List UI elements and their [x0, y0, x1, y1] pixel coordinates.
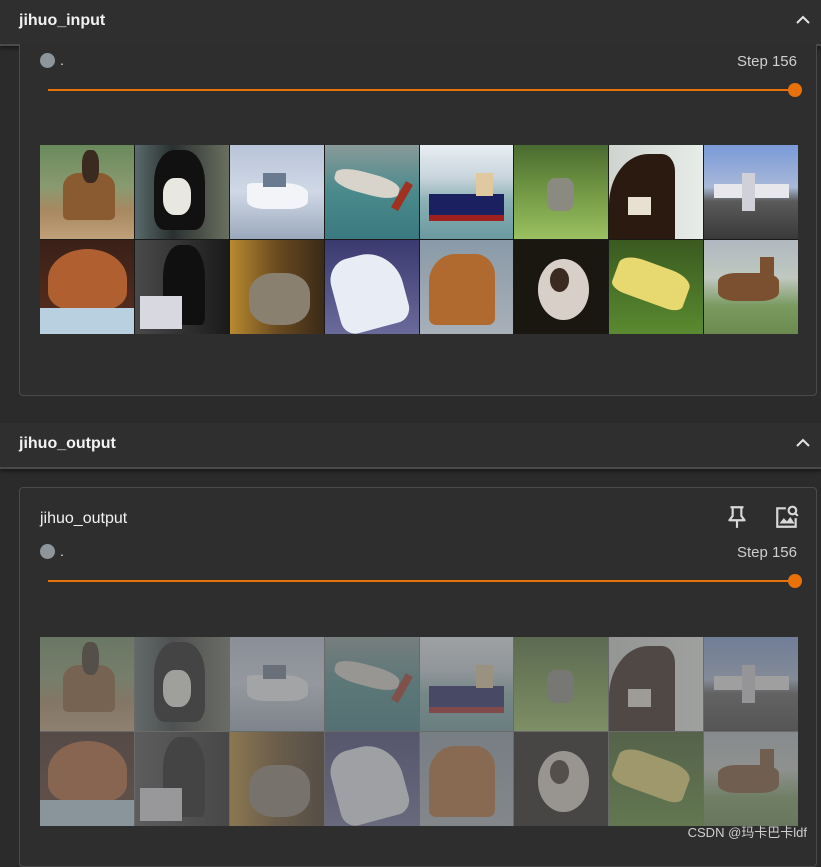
image-tile: [40, 637, 134, 731]
step-slider[interactable]: [48, 574, 802, 588]
step-slider[interactable]: [48, 83, 802, 97]
image-tile: [40, 145, 134, 239]
chevron-up-icon[interactable]: [795, 435, 811, 451]
image-grid[interactable]: [40, 145, 798, 334]
image-tile: [324, 637, 419, 731]
image-tile: [324, 732, 419, 826]
image-tile: [514, 637, 609, 731]
slider-thumb[interactable]: [788, 83, 802, 97]
image-tile: [229, 637, 324, 731]
image-tile: [419, 145, 514, 239]
chevron-up-icon[interactable]: [795, 12, 811, 28]
slider-thumb[interactable]: [788, 574, 802, 588]
section-title: jihuo_input: [19, 12, 106, 29]
image-tile: [704, 145, 798, 239]
image-tile: [229, 145, 324, 239]
image-tile: [419, 732, 514, 826]
step-label: Step 156: [736, 53, 797, 70]
run-color-dot: [40, 53, 55, 68]
image-grid[interactable]: [40, 637, 798, 826]
image-card-jihuo-output: jihuo_output . Step 156: [19, 487, 817, 867]
section-header-jihuo-input[interactable]: jihuo_input: [0, 0, 821, 46]
watermark: CSDN @玛卡巴卡ldf: [687, 825, 807, 840]
image-search-icon[interactable]: [774, 504, 800, 530]
image-tile: [324, 240, 419, 334]
pin-icon[interactable]: [724, 504, 750, 530]
image-tile: [704, 240, 798, 334]
section-header-jihuo-output[interactable]: jihuo_output: [0, 423, 821, 469]
image-tile: [134, 732, 229, 826]
image-tile: [229, 732, 324, 826]
run-name: .: [60, 52, 64, 68]
image-tile: [40, 240, 134, 334]
run-name: .: [60, 543, 64, 559]
image-tile: [704, 732, 798, 826]
image-card-jihuo-input: . Step 156: [19, 44, 817, 396]
image-tile: [134, 637, 229, 731]
image-tile: [229, 240, 324, 334]
card-title: jihuo_output: [40, 510, 128, 527]
image-tile: [40, 732, 134, 826]
run-color-dot: [40, 544, 55, 559]
image-tile: [514, 732, 609, 826]
image-tile: [419, 637, 514, 731]
image-tile: [514, 240, 609, 334]
section-title: jihuo_output: [19, 435, 116, 452]
image-tile: [609, 732, 704, 826]
step-label: Step 156: [736, 544, 797, 561]
image-tile: [609, 240, 704, 334]
image-tile: [134, 145, 229, 239]
image-tile: [609, 145, 704, 239]
slider-track: [48, 580, 796, 582]
slider-track: [48, 89, 796, 91]
image-tile: [419, 240, 514, 334]
image-tile: [704, 637, 798, 731]
image-tile: [324, 145, 419, 239]
image-tile: [134, 240, 229, 334]
image-tile: [514, 145, 609, 239]
image-tile: [609, 637, 704, 731]
